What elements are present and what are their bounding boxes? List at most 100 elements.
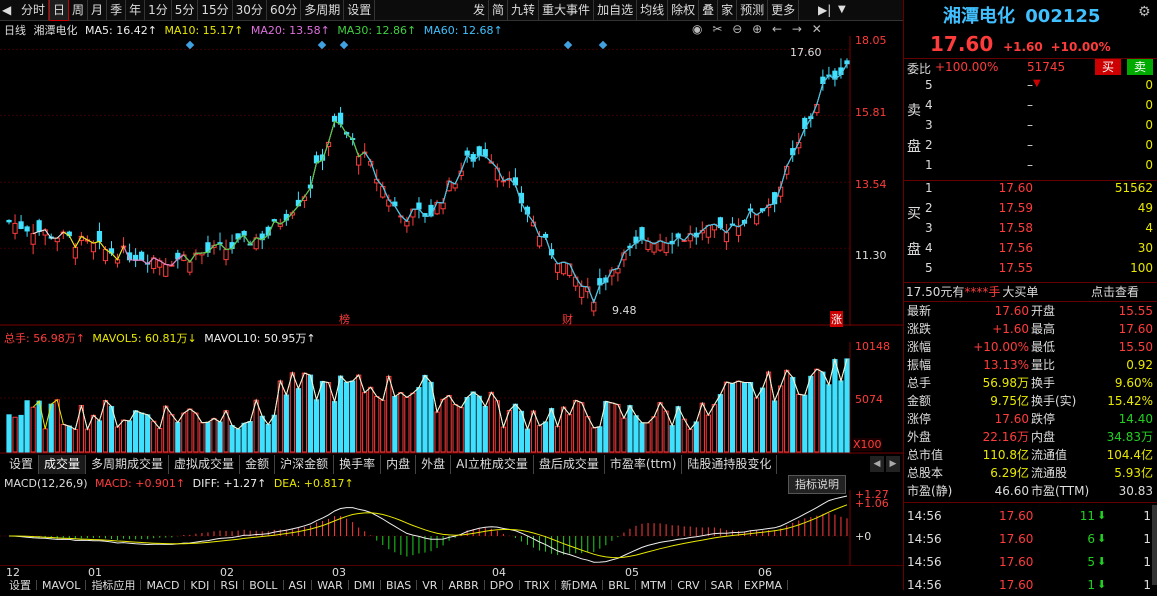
order-row[interactable]: 4 17.56 30 xyxy=(903,241,1157,261)
period-tab[interactable]: 分时 xyxy=(18,0,50,20)
volume-tab[interactable]: AI立桩成交量 xyxy=(451,455,534,474)
indicator-tab[interactable]: MTM xyxy=(636,580,673,590)
period-tab[interactable]: 1分 xyxy=(145,0,172,20)
kline-chart[interactable] xyxy=(0,36,903,326)
event-marker-zhang[interactable]: 涨 xyxy=(830,311,843,327)
tabs-right-arrow[interactable]: ▶ xyxy=(886,456,900,472)
indicator-tab[interactable]: BOLL xyxy=(244,580,284,590)
plus-icon[interactable]: ⊕ xyxy=(752,22,762,36)
indicator-tab[interactable]: SAR xyxy=(706,580,739,590)
promo-price: 17.50元有 xyxy=(906,285,965,299)
volume-tab[interactable]: 陆股通持股变化 xyxy=(682,455,778,474)
volume-tab[interactable]: 换手率 xyxy=(334,455,382,474)
order-row[interactable]: 1 – 0 xyxy=(903,158,1157,178)
tabs-left-arrow[interactable]: ◀ xyxy=(870,456,884,472)
buy-button[interactable]: 买 xyxy=(1095,59,1121,75)
candle-body xyxy=(331,115,338,122)
eye-icon[interactable]: ◉ xyxy=(692,22,702,36)
period-tab[interactable]: 多周期 xyxy=(301,0,345,20)
tool-tab[interactable]: 九转 xyxy=(508,0,540,20)
tool-tab[interactable]: 加自选 xyxy=(594,0,638,20)
volume-bar xyxy=(72,428,78,453)
period-tab[interactable]: 年 xyxy=(126,0,146,20)
order-row[interactable]: 4 – 0 xyxy=(903,98,1157,118)
order-row[interactable]: 5 – 0 xyxy=(903,78,1157,98)
order-row[interactable]: 3 17.58 4 xyxy=(903,221,1157,241)
tick-time: 14:56 xyxy=(907,555,942,569)
volume-bar xyxy=(482,405,488,453)
tool-tab[interactable]: 叠 xyxy=(699,0,719,20)
tool-tab[interactable]: 重大事件 xyxy=(539,0,595,20)
tool-tab[interactable]: 均线 xyxy=(637,0,669,20)
indicator-tab[interactable]: ARBR xyxy=(443,580,485,590)
quote-value: 15.42% xyxy=(1107,394,1153,408)
tool-tab[interactable]: 预测 xyxy=(737,0,769,20)
indicator-tab[interactable]: CRV xyxy=(672,580,706,590)
order-row[interactable]: 2 – 0 xyxy=(903,138,1157,158)
indicator-tab[interactable]: DMI xyxy=(349,580,381,590)
event-marker-cai[interactable]: 财 xyxy=(562,311,573,327)
tool-tab[interactable]: 除权 xyxy=(668,0,700,20)
scissors-icon[interactable]: ✂ xyxy=(712,22,722,36)
volume-tab[interactable]: 市盈率(ttm) xyxy=(605,455,683,474)
quote-label: 换手 xyxy=(1031,376,1056,390)
volume-tab[interactable]: 多周期成交量 xyxy=(86,455,170,474)
volume-tab[interactable]: 金额 xyxy=(240,455,276,474)
indicator-tab[interactable]: DPO xyxy=(485,580,520,590)
event-marker-bang[interactable]: 榜 xyxy=(339,311,350,327)
volume-tab[interactable]: 设置 xyxy=(4,455,40,474)
period-tab[interactable]: 设置 xyxy=(344,0,376,20)
period-tab[interactable]: 周 xyxy=(69,0,89,20)
macd-chart[interactable] xyxy=(0,490,903,566)
indicator-tab[interactable]: BRL xyxy=(603,580,636,590)
left-arrow-icon[interactable]: ← xyxy=(772,22,782,36)
period-tab[interactable]: 月 xyxy=(88,0,108,20)
period-tab[interactable]: 60分 xyxy=(267,0,302,20)
order-row[interactable]: 5 17.55 100 xyxy=(903,261,1157,281)
collapse-left-icon[interactable]: ◀ xyxy=(2,2,16,18)
right-arrow-icon[interactable]: → xyxy=(792,22,802,36)
close-icon[interactable]: ✕ xyxy=(812,22,822,36)
period-tab[interactable]: 5分 xyxy=(172,0,199,20)
volume-tab[interactable]: 内盘 xyxy=(381,455,417,474)
volume-tab[interactable]: 外盘 xyxy=(416,455,452,474)
tool-tab[interactable]: 简 xyxy=(489,0,509,20)
indicator-tab[interactable]: RSI xyxy=(215,580,245,590)
dropdown-icon[interactable]: ▼ xyxy=(838,2,852,18)
sell-button[interactable]: 卖 xyxy=(1127,59,1153,75)
indicator-tab[interactable]: 设置 xyxy=(4,580,37,590)
tool-tab[interactable]: 家 xyxy=(718,0,738,20)
indicator-tab[interactable]: MAVOL xyxy=(37,580,87,590)
volume-tab[interactable]: 盘后成交量 xyxy=(534,455,605,474)
tool-tab[interactable]: 更多 xyxy=(768,0,800,20)
promo-link[interactable]: 点击查看 xyxy=(1091,283,1139,301)
candle-body xyxy=(753,214,760,225)
indicator-tab[interactable]: MACD xyxy=(141,580,186,590)
order-row[interactable]: 3 – 0 xyxy=(903,118,1157,138)
right-scrollbar[interactable] xyxy=(1152,505,1157,585)
indicator-tab[interactable]: 新DMA xyxy=(556,580,604,590)
indicator-tab[interactable]: EXPMA xyxy=(739,580,788,590)
period-tab[interactable]: 日 xyxy=(49,0,70,21)
indicator-tab[interactable]: ASI xyxy=(284,580,313,590)
volume-chart[interactable] xyxy=(0,342,903,454)
down-arrow-icon: ⬇ xyxy=(1097,532,1107,545)
period-tab[interactable]: 季 xyxy=(107,0,127,20)
volume-tab[interactable]: 沪深金额 xyxy=(275,455,335,474)
volume-tab[interactable]: 虚拟成交量 xyxy=(169,455,241,474)
settings-icon[interactable]: ⚙ xyxy=(1138,4,1151,20)
forward-icon[interactable]: ▶| xyxy=(818,2,836,18)
minus-icon[interactable]: ⊖ xyxy=(732,22,742,36)
order-row[interactable]: 2 17.59 49 xyxy=(903,201,1157,221)
indicator-tab[interactable]: TRIX xyxy=(520,580,556,590)
order-row[interactable]: 1 17.60 51562 xyxy=(903,181,1157,201)
indicator-tab[interactable]: 指标应用 xyxy=(86,580,142,590)
indicator-tab[interactable]: WAR xyxy=(312,580,349,590)
period-tab[interactable]: 30分 xyxy=(233,0,267,20)
indicator-tab[interactable]: VR xyxy=(417,580,444,590)
period-tab[interactable]: 15分 xyxy=(198,0,233,20)
volume-tab[interactable]: 成交量 xyxy=(39,455,87,474)
indicator-tab[interactable]: BIAS xyxy=(381,580,418,590)
indicator-tab[interactable]: KDJ xyxy=(185,580,216,590)
tool-tab[interactable]: 发 xyxy=(470,0,490,20)
